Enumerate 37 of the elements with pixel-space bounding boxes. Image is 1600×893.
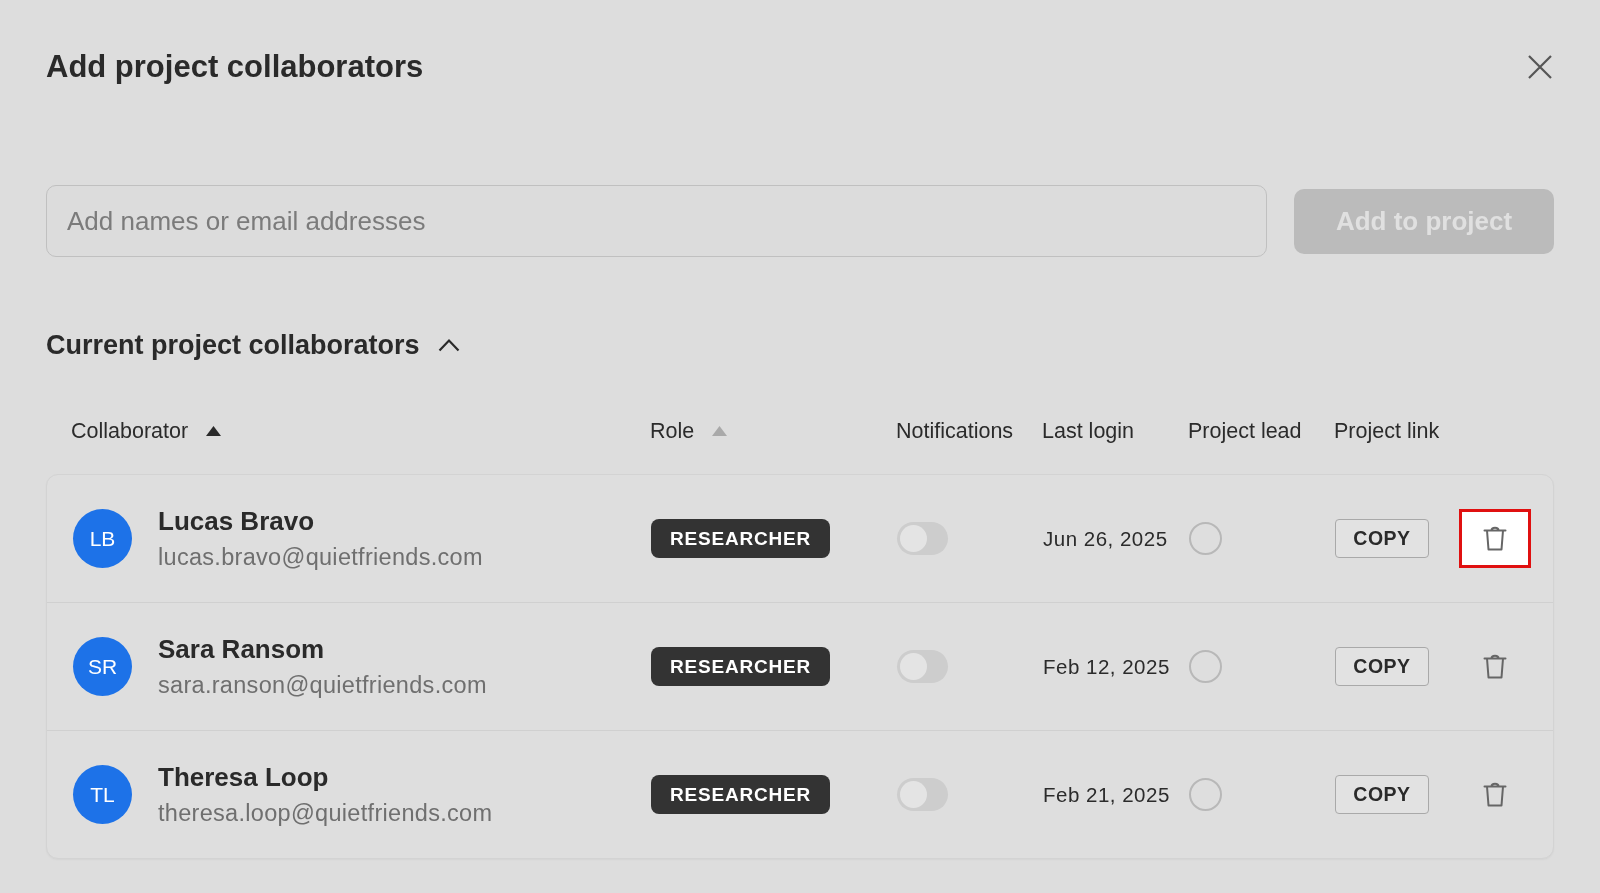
- column-header: Project lead: [1188, 418, 1302, 445]
- trash-icon: [1483, 654, 1507, 679]
- collaborator-name: Sara Ransom: [158, 633, 326, 665]
- invite-field[interactable]: Add names or email addresses: [46, 185, 1267, 257]
- radio-button[interactable]: [1189, 778, 1222, 811]
- collaborator-email: sara.ranson@quietfriends.com: [158, 671, 487, 700]
- last-login-date: Jun 26, 2025: [1043, 526, 1169, 551]
- role-tag: RESEARCHER: [651, 775, 831, 814]
- trash-icon: [1483, 782, 1507, 807]
- last-login-date: Feb 21, 2025: [1043, 782, 1171, 807]
- column-header[interactable]: Role: [650, 416, 695, 446]
- sort-arrow-icon[interactable]: [206, 426, 222, 436]
- column-header: Last login: [1042, 418, 1135, 445]
- dialog-title: Add project collaborators: [46, 49, 424, 85]
- trash-icon: [1483, 526, 1507, 551]
- column-header[interactable]: Collaborator: [71, 416, 189, 446]
- close-icon[interactable]: [1528, 55, 1552, 79]
- avatar: TL: [73, 765, 132, 824]
- last-login-date: Feb 12, 2025: [1043, 654, 1171, 679]
- copy-button[interactable]: COPY: [1335, 647, 1429, 686]
- copy-button[interactable]: COPY: [1335, 519, 1429, 558]
- delete-button[interactable]: [1459, 509, 1531, 568]
- avatar: LB: [73, 509, 132, 568]
- radio-button[interactable]: [1189, 650, 1222, 683]
- copy-button[interactable]: COPY: [1335, 775, 1429, 814]
- column-header: Project link: [1334, 418, 1440, 445]
- collaborator-name: Theresa Loop: [158, 761, 330, 793]
- section-heading: Current project collaborators: [46, 329, 420, 361]
- column-header: Notifications: [896, 418, 1014, 445]
- radio-button[interactable]: [1189, 522, 1222, 555]
- collaborator-email: lucas.bravo@quietfriends.com: [158, 543, 483, 572]
- avatar: SR: [73, 637, 132, 696]
- chevron-up-icon[interactable]: [437, 338, 460, 352]
- collaborator-email: theresa.loop@quietfriends.com: [158, 799, 493, 828]
- collaborator-name: Lucas Bravo: [158, 505, 316, 537]
- role-tag: RESEARCHER: [651, 647, 831, 686]
- role-tag: RESEARCHER: [651, 519, 831, 558]
